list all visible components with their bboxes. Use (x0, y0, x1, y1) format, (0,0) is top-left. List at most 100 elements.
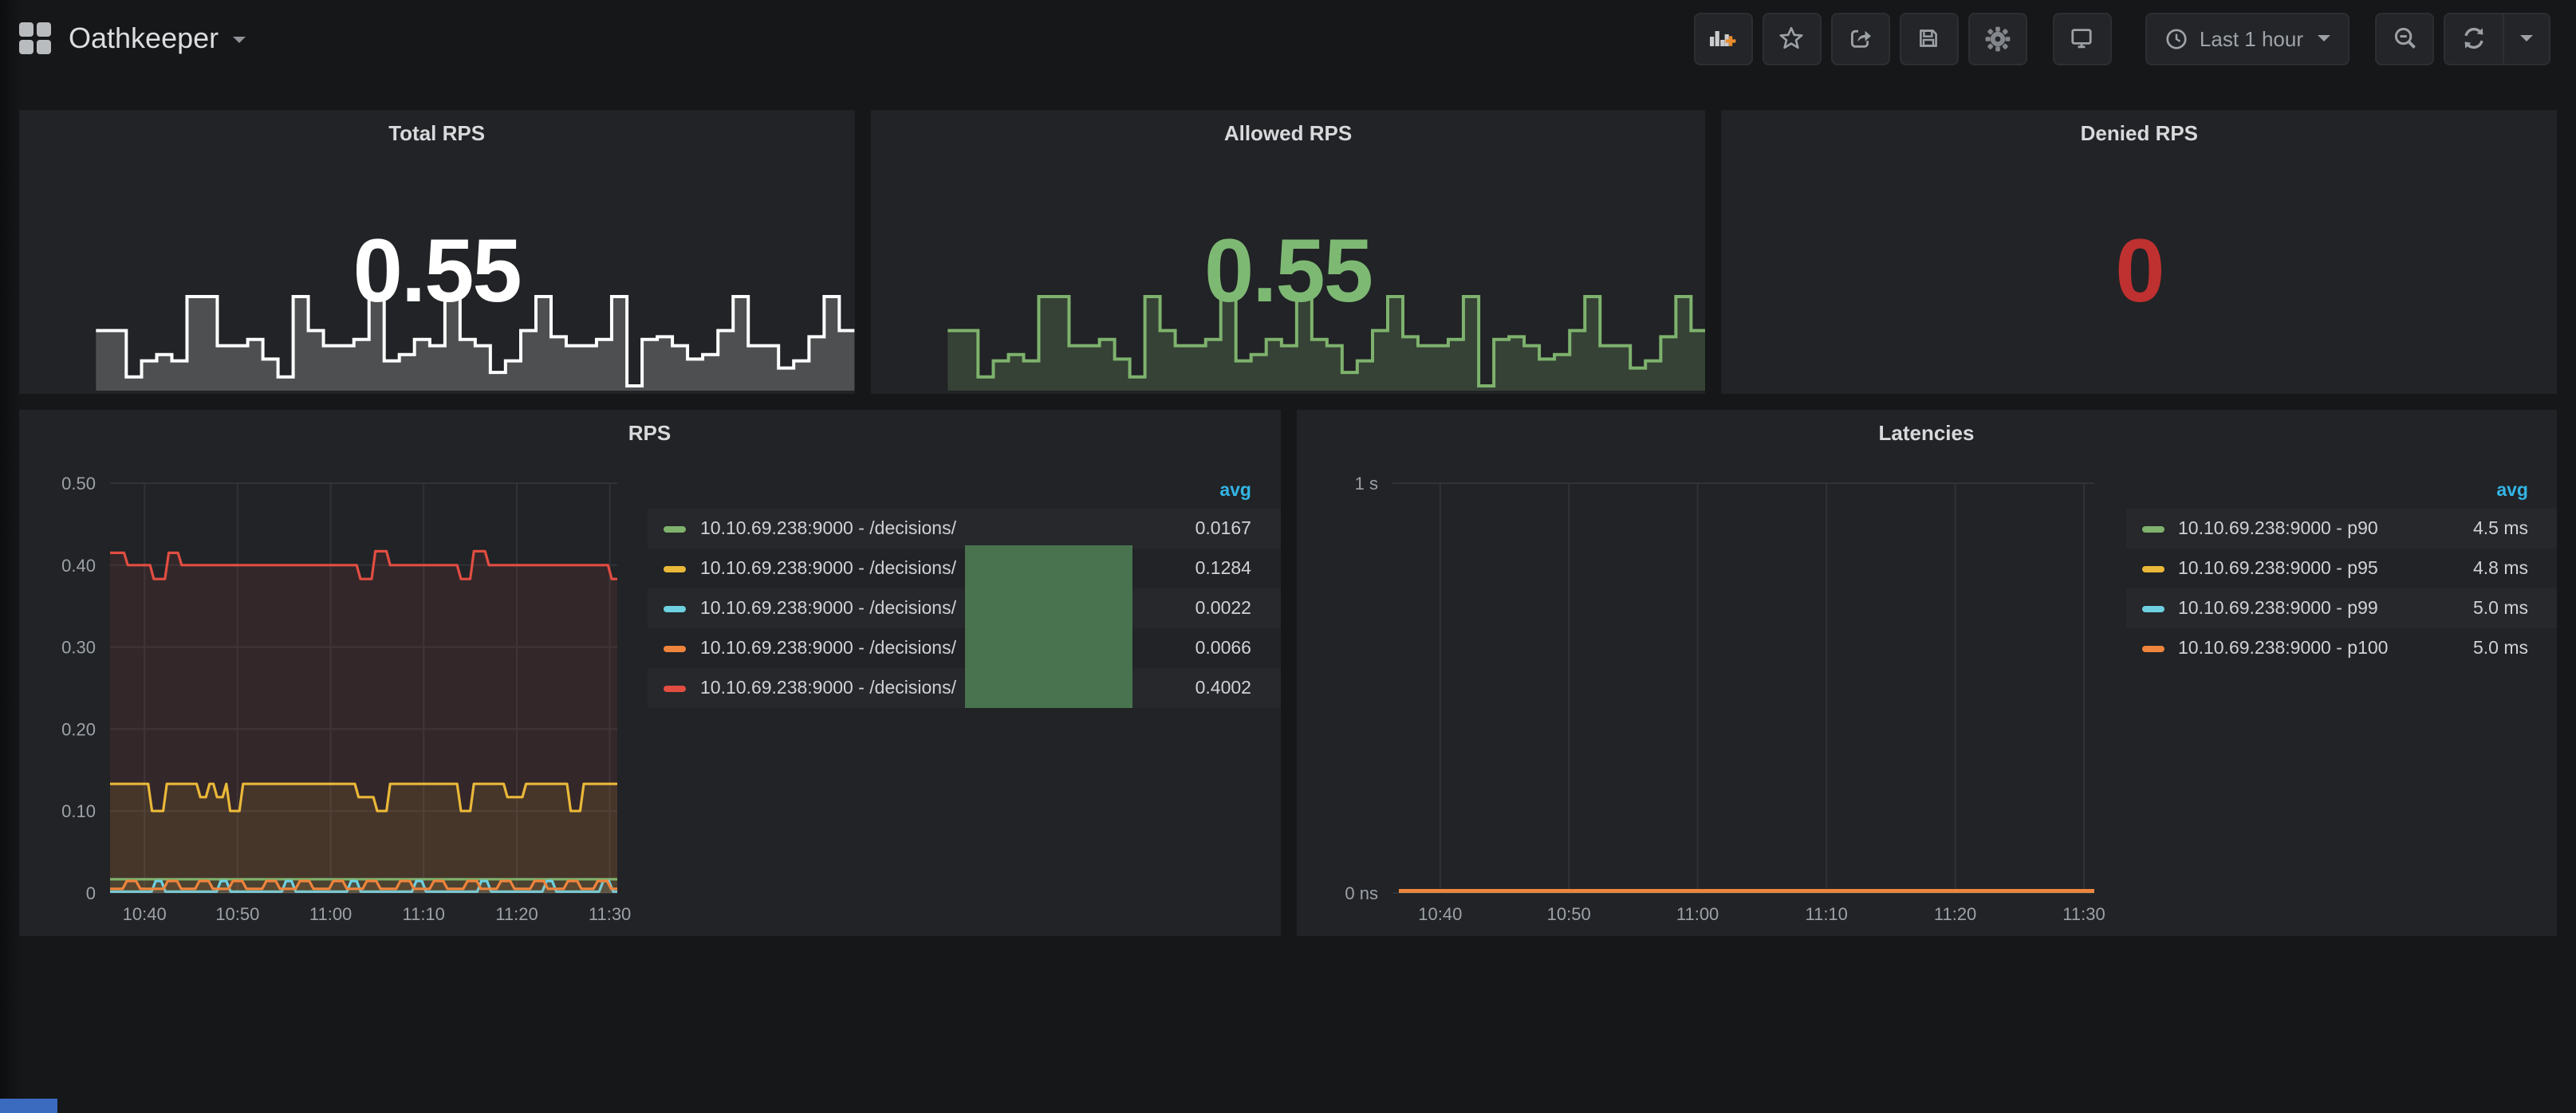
rps-legend: avg 10.10.69.238:9000 - /decisions/ 0.01… (648, 474, 1280, 708)
svg-text:0.50: 0.50 (61, 474, 96, 494)
time-range-label: Last 1 hour (2200, 26, 2303, 50)
caret-down-icon (2520, 35, 2533, 48)
panel-rps-graph: RPS 0.50 0.40 0.30 0.20 0.10 0 10:40 10:50 11:00… (19, 410, 1280, 936)
caret-down-icon (2318, 35, 2330, 48)
stat-value: 0.55 (870, 225, 1705, 317)
svg-text:0: 0 (86, 883, 96, 903)
svg-text:0.10: 0.10 (61, 801, 96, 821)
series-color-swatch[interactable] (2141, 645, 2164, 651)
legend-row[interactable]: 10.10.69.238:9000 - p100 5.0 ms (2125, 628, 2557, 668)
series-label[interactable]: 10.10.69.238:9000 - /decisions/ (700, 519, 1168, 538)
green-overlay (965, 545, 1132, 708)
panel-title[interactable]: Total RPS (19, 121, 854, 145)
series-color-swatch[interactable] (2141, 565, 2164, 572)
add-panel-button[interactable] (1694, 12, 1753, 65)
svg-text:0 ns: 0 ns (1344, 883, 1377, 903)
dashboards-grid-icon[interactable] (19, 22, 51, 54)
star-button[interactable] (1763, 12, 1822, 65)
grafana-dashboard: Oathkeeper (0, 0, 2576, 1113)
svg-text:0.40: 0.40 (61, 556, 96, 576)
panel-title[interactable]: RPS (19, 421, 1280, 445)
legend-row[interactable]: 10.10.69.238:9000 - /decisions/ 0.1284 (648, 549, 1280, 588)
series-label[interactable]: 10.10.69.238:9000 - p95 (2178, 559, 2445, 578)
series-color-swatch[interactable] (664, 685, 686, 691)
svg-text:1 s: 1 s (1354, 474, 1377, 494)
chevron-down-icon[interactable] (233, 37, 246, 49)
legend-avg-header: avg (2125, 474, 2557, 509)
refresh-button-group (2444, 12, 2550, 65)
series-avg-value: 5.0 ms (2445, 639, 2528, 658)
series-label[interactable]: 10.10.69.238:9000 - p90 (2178, 519, 2445, 538)
svg-text:10:40: 10:40 (1417, 904, 1461, 924)
svg-text:0.30: 0.30 (61, 638, 96, 658)
panel-title[interactable]: Allowed RPS (870, 121, 1705, 145)
legend-row[interactable]: 10.10.69.238:9000 - /decisions/ 0.0022 (648, 588, 1280, 628)
svg-text:11:10: 11:10 (1804, 904, 1846, 924)
svg-text:10:50: 10:50 (215, 904, 259, 924)
legend-row[interactable]: 10.10.69.238:9000 - /decisions/ 0.0066 (648, 628, 1280, 668)
legend-row[interactable]: 10.10.69.238:9000 - p95 4.8 ms (2125, 549, 2557, 588)
series-avg-value: 0.0167 (1168, 519, 1251, 538)
zoom-out-icon (2392, 26, 2417, 51)
series-avg-value: 0.1284 (1168, 559, 1251, 578)
svg-text:10:50: 10:50 (1546, 904, 1590, 924)
panel-latencies-graph: Latencies 1 s 0 ns 10:40 10:50 11:00 11:10 11:… (1296, 410, 2557, 936)
stat-panels-row: Total RPS 0.55 Allowed RPS 0.55 Denied R… (19, 110, 2557, 394)
legend-row[interactable]: 10.10.69.238:9000 - p99 5.0 ms (2125, 588, 2557, 628)
star-icon (1779, 26, 1805, 51)
tv-mode-button[interactable] (2053, 12, 2112, 65)
refresh-interval-dropdown[interactable] (2503, 14, 2549, 63)
settings-button[interactable] (1968, 12, 2027, 65)
dashboard-title[interactable]: Oathkeeper (69, 22, 219, 55)
legend-avg-header: avg (648, 474, 1280, 509)
refresh-icon (2461, 26, 2487, 51)
series-color-swatch[interactable] (2141, 605, 2164, 612)
svg-text:11:30: 11:30 (589, 904, 631, 924)
svg-text:10:40: 10:40 (123, 904, 167, 924)
clock-icon (2164, 26, 2188, 50)
zoom-out-button[interactable] (2375, 12, 2434, 65)
svg-text:11:00: 11:00 (1676, 904, 1718, 924)
series-color-swatch[interactable] (2141, 525, 2164, 532)
series-avg-value: 4.5 ms (2445, 519, 2528, 538)
refresh-button[interactable] (2445, 14, 2503, 63)
svg-text:11:20: 11:20 (495, 904, 538, 924)
panel-title[interactable]: Denied RPS (1722, 121, 2557, 145)
series-avg-value: 0.0066 (1168, 639, 1251, 658)
svg-text:11:30: 11:30 (2062, 904, 2104, 924)
stat-value: 0.55 (19, 225, 854, 317)
graph-panels-row: RPS 0.50 0.40 0.30 0.20 0.10 0 10:40 10:50 11:00… (19, 410, 2557, 936)
svg-text:11:00: 11:00 (309, 904, 352, 924)
svg-text:11:10: 11:10 (402, 904, 444, 924)
add-panel-icon (1709, 26, 1738, 51)
svg-text:0.20: 0.20 (61, 719, 96, 739)
time-picker-button[interactable]: Last 1 hour (2145, 12, 2350, 65)
series-avg-value: 0.0022 (1168, 599, 1251, 618)
series-label[interactable]: 10.10.69.238:9000 - p100 (2178, 639, 2445, 658)
panel-denied-rps: Denied RPS 0 (1722, 110, 2557, 394)
series-avg-value: 5.0 ms (2445, 599, 2528, 618)
series-avg-value: 0.4002 (1168, 678, 1251, 698)
latencies-legend: avg 10.10.69.238:9000 - p90 4.5 ms 10.10… (2125, 474, 2557, 668)
save-icon (1916, 26, 1942, 51)
navbar: Oathkeeper (0, 0, 2576, 77)
series-color-swatch[interactable] (664, 645, 686, 651)
navbar-toolbar: Last 1 hour (1684, 12, 2550, 65)
add-row-button[interactable] (0, 1099, 57, 1113)
legend-row[interactable]: 10.10.69.238:9000 - /decisions/ 0.4002 (648, 668, 1280, 708)
panel-title[interactable]: Latencies (1296, 421, 2557, 445)
panel-allowed-rps: Allowed RPS 0.55 (870, 110, 1705, 394)
series-color-swatch[interactable] (664, 605, 686, 612)
tv-icon (2070, 26, 2095, 51)
series-color-swatch[interactable] (664, 565, 686, 572)
stat-value: 0 (1722, 225, 2557, 317)
series-color-swatch[interactable] (664, 525, 686, 532)
save-button[interactable] (1900, 12, 1959, 65)
svg-text:11:20: 11:20 (1933, 904, 1975, 924)
share-button[interactable] (1831, 12, 1890, 65)
legend-row[interactable]: 10.10.69.238:9000 - p90 4.5 ms (2125, 509, 2557, 549)
navbar-left: Oathkeeper (19, 22, 246, 55)
share-icon (1848, 26, 1873, 51)
legend-row[interactable]: 10.10.69.238:9000 - /decisions/ 0.0167 (648, 509, 1280, 549)
series-label[interactable]: 10.10.69.238:9000 - p99 (2178, 599, 2445, 618)
